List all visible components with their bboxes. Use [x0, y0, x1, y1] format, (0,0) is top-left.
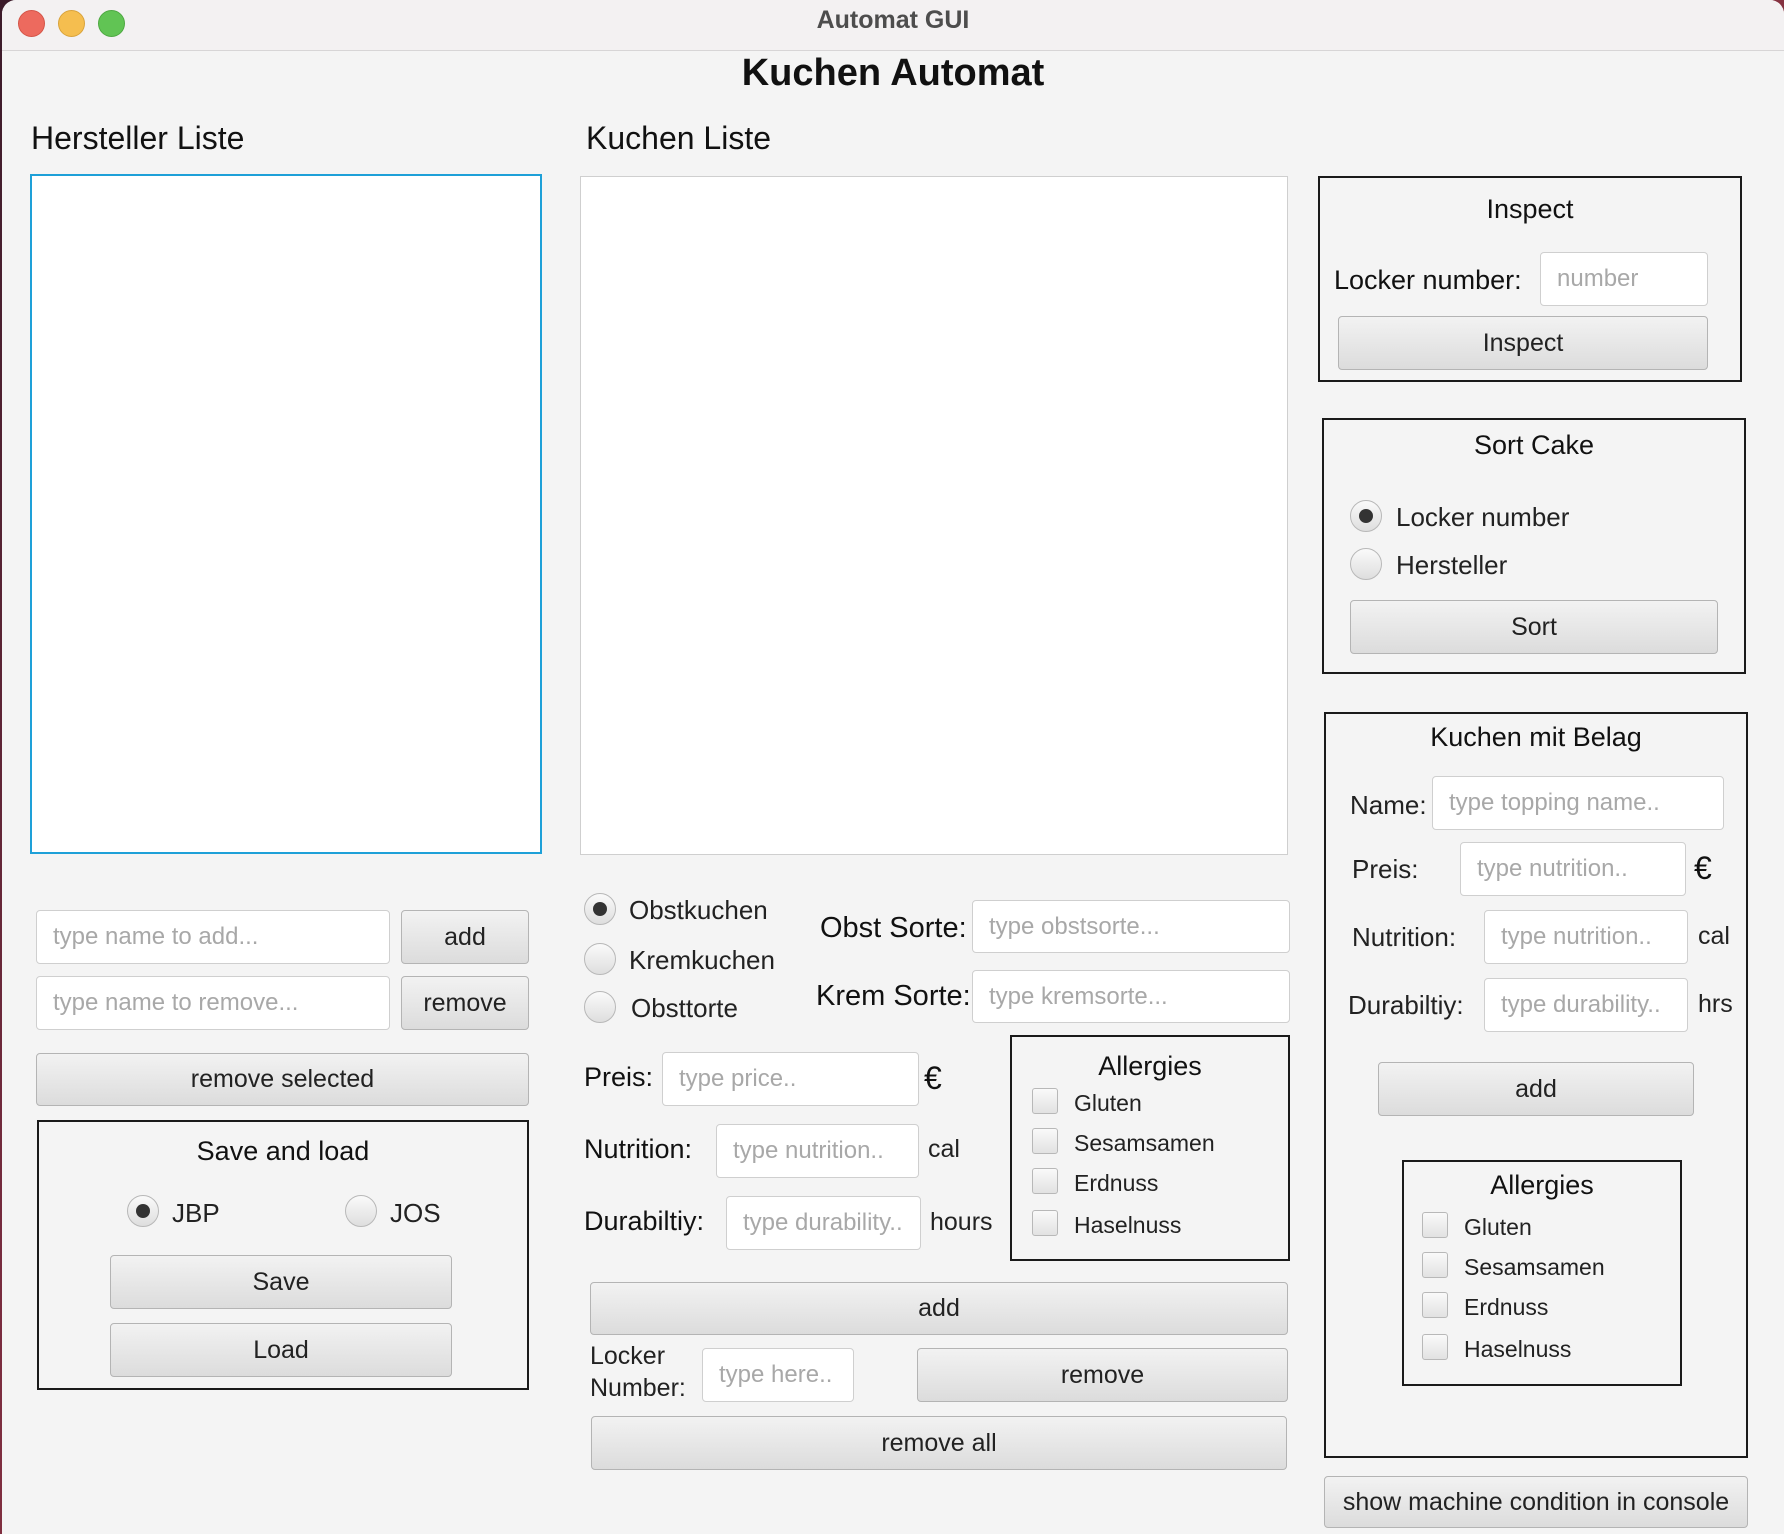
belag-preis-label: Preis: [1352, 854, 1419, 884]
belag-name-label: Name: [1350, 790, 1427, 820]
sort-button[interactable]: Sort [1350, 600, 1718, 654]
radio-sort-locker-label: Locker number [1396, 502, 1570, 532]
kuchen-allergy-erdnuss-label: Erdnuss [1074, 1170, 1159, 1196]
app-title: Kuchen Automat [741, 52, 1045, 94]
kuchen-preis-unit: € [924, 1060, 942, 1096]
belag-allergy-gluten-label: Gluten [1464, 1214, 1532, 1240]
belag-durability-unit: hrs [1698, 990, 1733, 1018]
belag-name-input[interactable] [1432, 776, 1724, 830]
radio-sort-hersteller[interactable] [1350, 548, 1382, 580]
belag-durability-label: Durabiltiy: [1348, 990, 1464, 1020]
belag-allergy-haselnuss-label: Haselnuss [1464, 1336, 1572, 1362]
remove-selected-button[interactable]: remove selected [36, 1053, 529, 1106]
locker-number-label-line1: Locker [590, 1342, 666, 1370]
obst-sorte-label: Obst Sorte: [820, 912, 967, 944]
radio-kremkuchen[interactable] [584, 943, 616, 975]
kuchen-nutrition-label: Nutrition: [584, 1134, 693, 1164]
belag-allergy-erdnuss-label: Erdnuss [1464, 1294, 1549, 1320]
belag-nutrition-label: Nutrition: [1352, 922, 1457, 952]
kuchen-preis-label: Preis: [584, 1062, 654, 1092]
belag-allergy-gluten-checkbox[interactable] [1422, 1212, 1448, 1238]
belag-nutrition-unit: cal [1698, 922, 1730, 950]
kuchen-allergy-haselnuss-checkbox[interactable] [1032, 1210, 1058, 1236]
krem-sorte-input[interactable] [972, 970, 1290, 1023]
hersteller-add-button[interactable]: add [401, 910, 529, 964]
radio-obstkuchen-label: Obstkuchen [629, 895, 768, 925]
belag-durability-input[interactable] [1484, 978, 1688, 1032]
kuchen-allergy-sesamsamen-checkbox[interactable] [1032, 1128, 1058, 1154]
kuchen-allergy-sesamsamen-label: Sesamsamen [1074, 1130, 1215, 1156]
remove-all-button[interactable]: remove all [591, 1416, 1287, 1470]
radio-obsttorte-label: Obsttorte [631, 993, 738, 1023]
inspect-locker-input[interactable] [1540, 252, 1708, 306]
kuchen-durability-label: Durabiltiy: [584, 1206, 705, 1236]
belag-nutrition-input[interactable] [1484, 910, 1688, 964]
save-button[interactable]: Save [110, 1255, 452, 1309]
radio-obstkuchen[interactable] [584, 893, 616, 925]
save-load-title: Save and load [196, 1136, 370, 1166]
hersteller-remove-button[interactable]: remove [401, 976, 529, 1030]
sort-title: Sort Cake [1473, 430, 1595, 460]
kuchen-add-button[interactable]: add [590, 1282, 1288, 1335]
app-window: Automat GUI Kuchen Automat Hersteller Li… [2, 0, 1784, 1534]
radio-sort-hersteller-label: Hersteller [1396, 550, 1508, 580]
radio-jbp[interactable] [127, 1195, 159, 1227]
belag-panel: Kuchen mit Belag Name: Preis: € Nutritio… [1324, 712, 1748, 1458]
hersteller-remove-input[interactable] [36, 976, 390, 1030]
kuchen-durability-unit: hours [930, 1208, 993, 1236]
belag-title: Kuchen mit Belag [1430, 722, 1642, 752]
radio-jbp-label: JBP [172, 1198, 220, 1228]
kuchen-allergy-gluten-checkbox[interactable] [1032, 1088, 1058, 1114]
belag-allergy-erdnuss-checkbox[interactable] [1422, 1292, 1448, 1318]
belag-allergy-sesamsamen-checkbox[interactable] [1422, 1252, 1448, 1278]
belag-preis-input[interactable] [1460, 842, 1686, 896]
inspect-button[interactable]: Inspect [1338, 316, 1708, 370]
radio-obsttorte[interactable] [584, 991, 616, 1023]
load-button[interactable]: Load [110, 1323, 452, 1377]
kuchen-list[interactable] [580, 176, 1288, 855]
obst-sorte-input[interactable] [972, 900, 1290, 953]
kuchen-remove-button[interactable]: remove [917, 1348, 1288, 1402]
hersteller-add-input[interactable] [36, 910, 390, 964]
inspect-title: Inspect [1486, 194, 1574, 224]
radio-jos[interactable] [345, 1195, 377, 1227]
radio-sort-locker[interactable] [1350, 500, 1382, 532]
kuchen-nutrition-input[interactable] [716, 1124, 919, 1178]
belag-allergies-title: Allergies [1490, 1170, 1594, 1200]
save-load-panel: Save and load JBP JOS Save Load [37, 1120, 529, 1390]
kuchen-allergies-title: Allergies [1098, 1051, 1202, 1081]
show-machine-condition-button[interactable]: show machine condition in console [1324, 1476, 1748, 1528]
belag-allergy-haselnuss-checkbox[interactable] [1422, 1334, 1448, 1360]
radio-jos-label: JOS [390, 1198, 441, 1228]
radio-kremkuchen-label: Kremkuchen [629, 945, 775, 975]
hersteller-heading: Hersteller Liste [31, 120, 245, 156]
kuchen-durability-input[interactable] [726, 1196, 921, 1250]
belag-allergies-panel: Allergies Gluten Sesamsamen Erdnuss Hase… [1402, 1160, 1682, 1386]
kuchen-allergies-panel: Allergies Gluten Sesamsamen Erdnuss Hase… [1010, 1035, 1290, 1261]
krem-sorte-label: Krem Sorte: [816, 980, 971, 1012]
inspect-locker-label: Locker number: [1334, 265, 1522, 295]
kuchen-nutrition-unit: cal [928, 1135, 960, 1163]
kuchen-heading: Kuchen Liste [586, 120, 772, 156]
window-title: Automat GUI [816, 6, 970, 34]
title-bar: Automat GUI [2, 0, 1784, 51]
kuchen-allergy-erdnuss-checkbox[interactable] [1032, 1168, 1058, 1194]
belag-preis-unit: € [1694, 850, 1712, 886]
hersteller-list[interactable] [30, 174, 542, 854]
inspect-panel: Inspect Locker number: Inspect [1318, 176, 1742, 382]
kuchen-allergy-gluten-label: Gluten [1074, 1090, 1142, 1116]
belag-allergy-sesamsamen-label: Sesamsamen [1464, 1254, 1605, 1280]
locker-number-label-line2: Number: [590, 1374, 686, 1402]
belag-add-button[interactable]: add [1378, 1062, 1694, 1116]
locker-number-input[interactable] [702, 1348, 854, 1402]
sort-panel: Sort Cake Locker number Hersteller Sort [1322, 418, 1746, 674]
kuchen-allergy-haselnuss-label: Haselnuss [1074, 1212, 1182, 1238]
kuchen-preis-input[interactable] [662, 1052, 919, 1106]
